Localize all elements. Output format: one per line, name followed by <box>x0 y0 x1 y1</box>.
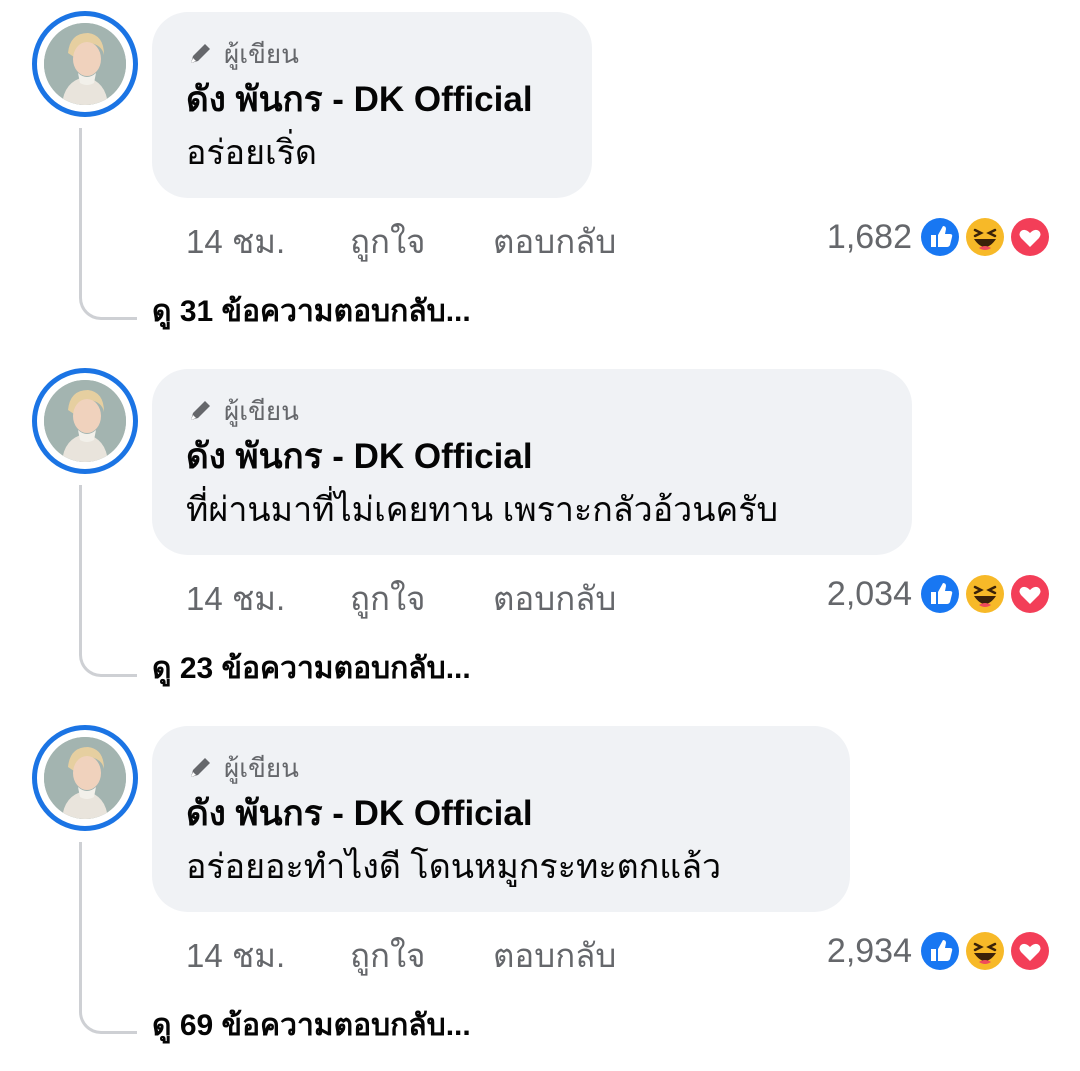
avatar[interactable] <box>32 368 138 474</box>
author-badge-label: ผู้เขียน <box>224 752 299 783</box>
like-icon <box>918 572 962 616</box>
pencil-icon <box>186 754 214 782</box>
haha-icon <box>963 929 1007 973</box>
reply-button[interactable]: ตอบกลับ <box>493 577 616 621</box>
comment-timestamp[interactable]: 14 ชม. <box>186 934 285 978</box>
avatar-image <box>44 737 126 819</box>
author-badge-label: ผู้เขียน <box>224 395 299 426</box>
reaction-icons[interactable] <box>918 215 1054 259</box>
avatar-image <box>44 23 126 105</box>
reaction-icons[interactable] <box>918 572 1054 616</box>
author-badge-label: ผู้เขียน <box>224 38 299 69</box>
comment-text: ที่ผ่านมาที่ไม่เคยทาน เพราะกลัวอ้วนครับ <box>186 491 779 529</box>
comment-text: อร่อยอะทำไงดี โดนหมูกระทะตกแล้ว <box>186 848 722 886</box>
author-badge: ผู้เขียน <box>186 750 816 786</box>
thread-connector <box>79 128 137 320</box>
view-replies-link[interactable]: ดู 31 ข้อความตอบกลับ... <box>152 292 471 332</box>
like-button[interactable]: ถูกใจ <box>350 934 425 978</box>
view-replies-link[interactable]: ดู 69 ข้อความตอบกลับ... <box>152 1006 471 1046</box>
author-name[interactable]: ดัง พันกร - DK Official <box>186 792 816 836</box>
comment-text: อร่อยเริ่ด <box>186 134 317 172</box>
love-icon <box>1008 215 1052 259</box>
reaction-icons[interactable] <box>918 929 1054 973</box>
comment-thread: ผู้เขียน ดัง พันกร - DK Official อร่อยอะ… <box>0 714 1080 1071</box>
reaction-count[interactable]: 2,034 <box>827 571 912 617</box>
author-name[interactable]: ดัง พันกร - DK Official <box>186 435 878 479</box>
like-button[interactable]: ถูกใจ <box>350 577 425 621</box>
comment-thread: ผู้เขียน ดัง พันกร - DK Official ที่ผ่าน… <box>0 357 1080 714</box>
haha-icon <box>963 572 1007 616</box>
love-icon <box>1008 929 1052 973</box>
comment-thread: ผู้เขียน ดัง พันกร - DK Official อร่อยเร… <box>0 0 1080 357</box>
comment-bubble[interactable]: ผู้เขียน ดัง พันกร - DK Official อร่อยอะ… <box>152 726 850 912</box>
pencil-icon <box>186 397 214 425</box>
pencil-icon <box>186 40 214 68</box>
love-icon <box>1008 572 1052 616</box>
comment-bubble[interactable]: ผู้เขียน ดัง พันกร - DK Official ที่ผ่าน… <box>152 369 912 555</box>
like-icon <box>918 929 962 973</box>
like-icon <box>918 215 962 259</box>
avatar[interactable] <box>32 11 138 117</box>
reaction-count[interactable]: 1,682 <box>827 214 912 260</box>
author-name[interactable]: ดัง พันกร - DK Official <box>186 78 558 122</box>
reply-button[interactable]: ตอบกลับ <box>493 934 616 978</box>
view-replies-link[interactable]: ดู 23 ข้อความตอบกลับ... <box>152 649 471 689</box>
comment-timestamp[interactable]: 14 ชม. <box>186 577 285 621</box>
comment-timestamp[interactable]: 14 ชม. <box>186 220 285 264</box>
haha-icon <box>963 215 1007 259</box>
avatar[interactable] <box>32 725 138 831</box>
thread-connector <box>79 485 137 677</box>
comment-bubble[interactable]: ผู้เขียน ดัง พันกร - DK Official อร่อยเร… <box>152 12 592 198</box>
author-badge: ผู้เขียน <box>186 36 558 72</box>
reply-button[interactable]: ตอบกลับ <box>493 220 616 264</box>
avatar-image <box>44 380 126 462</box>
reaction-count[interactable]: 2,934 <box>827 928 912 974</box>
like-button[interactable]: ถูกใจ <box>350 220 425 264</box>
author-badge: ผู้เขียน <box>186 393 878 429</box>
thread-connector <box>79 842 137 1034</box>
